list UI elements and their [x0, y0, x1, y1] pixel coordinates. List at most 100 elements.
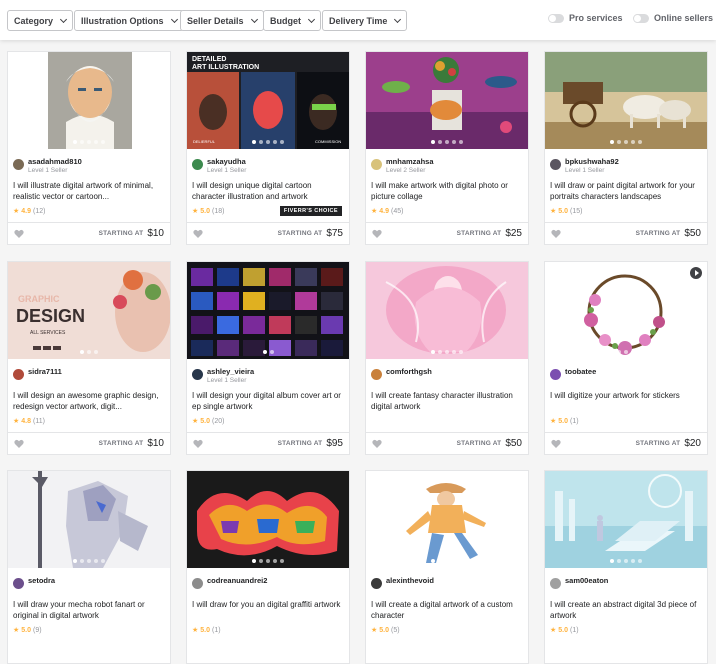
avatar[interactable]	[192, 578, 203, 589]
category-filter[interactable]: Category	[7, 10, 74, 31]
carousel-dots[interactable]	[187, 350, 349, 354]
heart-icon[interactable]	[14, 439, 24, 449]
gig-thumbnail[interactable]	[366, 262, 528, 359]
rating-value: 5.0	[200, 207, 211, 215]
gig-title[interactable]: I will draw or paint digital artwork for…	[550, 180, 705, 202]
gig-title[interactable]: I will make artwork with digital photo o…	[371, 180, 526, 202]
play-video-icon[interactable]	[690, 267, 702, 279]
seller-name[interactable]: mnhamzahsa	[386, 157, 434, 166]
gig-thumbnail[interactable]	[545, 471, 707, 568]
gig-card[interactable]: codreanuandrei2 I will draw for you an d…	[186, 470, 350, 664]
gig-card[interactable]: DETAILED ART ILLUSTRATION DELIERFUL COMM…	[186, 51, 350, 245]
heart-icon[interactable]	[14, 229, 24, 239]
gig-card[interactable]: comforthgsh I will create fantasy charac…	[365, 261, 529, 455]
gig-title[interactable]: I will create a digital artwork of a cus…	[371, 599, 526, 621]
heart-icon[interactable]	[372, 229, 382, 239]
seller-details-filter-label: Seller Details	[187, 15, 244, 26]
gig-card[interactable]: ashley_vieira Level 1 Seller I will desig…	[186, 261, 350, 455]
gig-card[interactable]: asadahmad810 Level 1 Seller I will illust…	[7, 51, 171, 245]
gig-title[interactable]: I will create fantasy character illustra…	[371, 390, 526, 412]
seller-info: ashley_vieira Level 1 Seller	[192, 367, 254, 385]
gig-title[interactable]: I will design your digital album cover a…	[192, 390, 347, 412]
gig-card[interactable]: alexinthevoid I will create a digital ar…	[365, 470, 529, 664]
gig-card[interactable]: toobatee I will digitize your artwork fo…	[544, 261, 708, 455]
avatar[interactable]	[550, 159, 561, 170]
gig-thumbnail[interactable]	[8, 52, 170, 149]
avatar[interactable]	[13, 578, 24, 589]
gig-thumbnail[interactable]	[545, 52, 707, 149]
avatar[interactable]	[550, 578, 561, 589]
seller-name[interactable]: sakayudha	[207, 157, 246, 166]
seller-name[interactable]: ashley_vieira	[207, 367, 254, 376]
gig-thumbnail[interactable]	[545, 262, 707, 359]
carousel-dots[interactable]	[8, 140, 170, 144]
gig-thumbnail[interactable]	[187, 262, 349, 359]
delivery-time-filter[interactable]: Delivery Time	[322, 10, 408, 31]
seller-name[interactable]: setodra	[28, 576, 55, 585]
seller-name[interactable]: bpkushwaha92	[565, 157, 619, 166]
gig-card[interactable]: bpkushwaha92 Level 1 Seller I will draw o…	[544, 51, 708, 245]
carousel-dots[interactable]	[545, 350, 707, 354]
avatar[interactable]	[13, 159, 24, 170]
online-sellers-toggle[interactable]: Online sellers	[633, 13, 713, 23]
carousel-dots[interactable]	[366, 559, 528, 563]
heart-icon[interactable]	[193, 439, 203, 449]
price: $50	[684, 228, 701, 239]
seller-name[interactable]: comforthgsh	[386, 367, 432, 376]
gig-title[interactable]: I will draw for you an digital graffiti …	[192, 599, 347, 621]
seller-name[interactable]: asadahmad810	[28, 157, 82, 166]
gig-title[interactable]: I will illustrate digital artwork of min…	[13, 180, 168, 202]
carousel-dots[interactable]	[545, 559, 707, 563]
gig-footer: STARTING AT $20	[545, 432, 707, 454]
gig-card[interactable]: GRAPHIC DESIGN ALL SERVICES sidra7111 I …	[7, 261, 171, 455]
avatar[interactable]	[192, 369, 203, 380]
toggle-switch[interactable]	[633, 13, 649, 23]
heart-icon[interactable]	[551, 229, 561, 239]
gig-title[interactable]: I will design an awesome graphic design,…	[13, 390, 168, 412]
gig-thumbnail[interactable]	[366, 52, 528, 149]
seller-name[interactable]: sidra7111	[28, 367, 62, 376]
seller-name[interactable]: alexinthevoid	[386, 576, 434, 585]
gig-thumbnail[interactable]: GRAPHIC DESIGN ALL SERVICES	[8, 262, 170, 359]
avatar[interactable]	[371, 159, 382, 170]
seller-name[interactable]: sam00eaton	[565, 576, 608, 585]
rating-value: 5.0	[200, 417, 211, 425]
carousel-dots[interactable]	[545, 140, 707, 144]
gig-thumbnail[interactable]	[366, 471, 528, 568]
gig-title[interactable]: I will design unique digital cartoon cha…	[192, 180, 347, 202]
gig-card[interactable]: setodra I will draw your mecha robot fan…	[7, 470, 171, 664]
star-icon: ★	[371, 208, 378, 215]
carousel-dots[interactable]	[187, 559, 349, 563]
avatar[interactable]	[371, 578, 382, 589]
gig-title[interactable]: I will create an abstract digital 3d pie…	[550, 599, 705, 621]
seller-name[interactable]: toobatee	[565, 367, 596, 376]
gig-title[interactable]: I will digitize your artwork for sticker…	[550, 390, 705, 412]
budget-filter[interactable]: Budget	[263, 10, 321, 31]
carousel-dots[interactable]	[366, 350, 528, 354]
seller-name[interactable]: codreanuandrei2	[207, 576, 267, 585]
gig-title[interactable]: I will draw your mecha robot fanart or o…	[13, 599, 168, 621]
avatar[interactable]	[192, 159, 203, 170]
heart-icon[interactable]	[551, 439, 561, 449]
heart-icon[interactable]	[372, 439, 382, 449]
avatar[interactable]	[13, 369, 24, 380]
gig-thumbnail[interactable]: DETAILED ART ILLUSTRATION DELIERFUL COMM…	[187, 52, 349, 149]
starting-price: STARTING AT $10	[99, 228, 164, 239]
carousel-dots[interactable]	[366, 140, 528, 144]
avatar[interactable]	[371, 369, 382, 380]
carousel-dots[interactable]	[8, 559, 170, 563]
rating-value: 5.0	[558, 626, 569, 634]
pro-services-toggle[interactable]: Pro services	[548, 13, 623, 23]
gig-card[interactable]: sam00eaton I will create an abstract dig…	[544, 470, 708, 664]
gig-thumbnail[interactable]	[187, 471, 349, 568]
gig-thumbnail[interactable]	[8, 471, 170, 568]
starting-at-label: STARTING AT	[456, 440, 502, 447]
carousel-dots[interactable]	[187, 140, 349, 144]
avatar[interactable]	[550, 369, 561, 380]
gig-card[interactable]: mnhamzahsa Level 2 Seller I will make art…	[365, 51, 529, 245]
seller-details-filter[interactable]: Seller Details	[180, 10, 264, 31]
illustration-options-filter[interactable]: Illustration Options	[74, 10, 184, 31]
heart-icon[interactable]	[193, 229, 203, 239]
carousel-dots[interactable]	[8, 350, 170, 354]
toggle-switch[interactable]	[548, 13, 564, 23]
